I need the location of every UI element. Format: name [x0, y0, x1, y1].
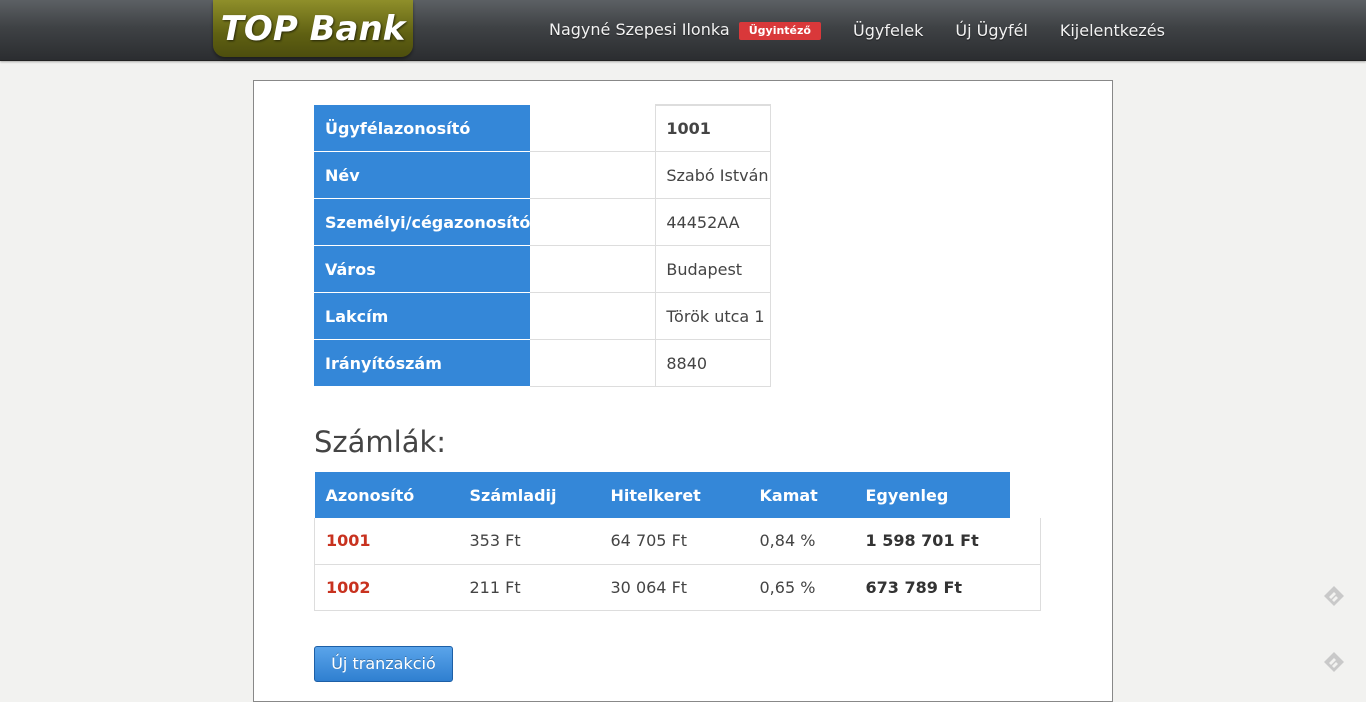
table-row: Város Budapest [314, 245, 772, 293]
column-header: Számladij [458, 472, 600, 518]
user-name: Nagyné Szepesi Ilonka [549, 20, 730, 39]
account-balance: 673 789 Ft [854, 564, 1010, 611]
detail-value: 44452AA [655, 198, 772, 246]
table-row: Név Szabó István [314, 151, 772, 199]
accounts-heading: Számlák: [314, 425, 447, 459]
account-id-link[interactable]: 1002 [314, 564, 459, 611]
account-credit-limit: 30 064 Ft [599, 564, 749, 611]
table-row: Irányítószám 8840 [314, 339, 772, 387]
detail-label: Irányítószám [314, 339, 531, 387]
column-header: Hitelkeret [599, 472, 749, 518]
customer-details-table: Ügyfélazonosító 1001 Név Szabó István Sz… [314, 104, 772, 387]
nav-menu: Nagyné Szepesi Ilonka Ügyintéző Ügyfelek… [549, 0, 1165, 60]
account-interest: 0,84 % [748, 518, 855, 565]
detail-value: Szabó István [655, 151, 772, 199]
feedly-icon[interactable] [1322, 650, 1346, 674]
account-credit-limit: 64 705 Ft [599, 518, 749, 565]
account-interest: 0,65 % [748, 564, 855, 611]
table-row: Személyi/cégazonosító 44452AA [314, 198, 772, 246]
nav-customers[interactable]: Ügyfelek [853, 21, 923, 40]
bank-logo[interactable]: TOP Bank [213, 0, 413, 57]
column-header: Azonosító [314, 472, 459, 518]
detail-label: Lakcím [314, 292, 531, 340]
column-header: Egyenleg [854, 472, 1010, 518]
feedly-icon[interactable] [1322, 584, 1346, 608]
account-balance: 1 598 701 Ft [854, 518, 1010, 565]
account-fee: 353 Ft [458, 518, 600, 565]
detail-value: 1001 [655, 104, 772, 152]
account-id-link[interactable]: 1001 [314, 518, 459, 565]
current-user: Nagyné Szepesi Ilonka Ügyintéző [549, 20, 821, 40]
detail-label: Város [314, 245, 531, 293]
accounts-table: Azonosító Számladij Hitelkeret Kamat Egy… [314, 472, 1041, 611]
detail-value: 8840 [655, 339, 772, 387]
detail-value: Török utca 1 [655, 292, 772, 340]
detail-label: Személyi/cégazonosító [314, 198, 531, 246]
nav-new-customer[interactable]: Új Ügyfél [955, 21, 1028, 40]
table-row: Lakcím Török utca 1 [314, 292, 772, 340]
nav-logout[interactable]: Kijelentkezés [1060, 21, 1165, 40]
table-row: Ügyfélazonosító 1001 [314, 104, 772, 152]
table-row: 1002 211 Ft 30 064 Ft 0,65 % 673 789 Ft [314, 564, 1041, 611]
new-transaction-button[interactable]: Új tranzakció [314, 646, 453, 682]
detail-label: Név [314, 151, 531, 199]
detail-label: Ügyfélazonosító [314, 105, 531, 152]
role-badge: Ügyintéző [738, 22, 821, 40]
table-row: 1001 353 Ft 64 705 Ft 0,84 % 1 598 701 F… [314, 518, 1041, 565]
column-header: Kamat [748, 472, 855, 518]
account-fee: 211 Ft [458, 564, 600, 611]
top-navbar: TOP Bank Nagyné Szepesi Ilonka Ügyintéző… [0, 0, 1366, 61]
detail-value: Budapest [655, 245, 772, 293]
table-header-row: Azonosító Számladij Hitelkeret Kamat Egy… [314, 472, 1041, 518]
